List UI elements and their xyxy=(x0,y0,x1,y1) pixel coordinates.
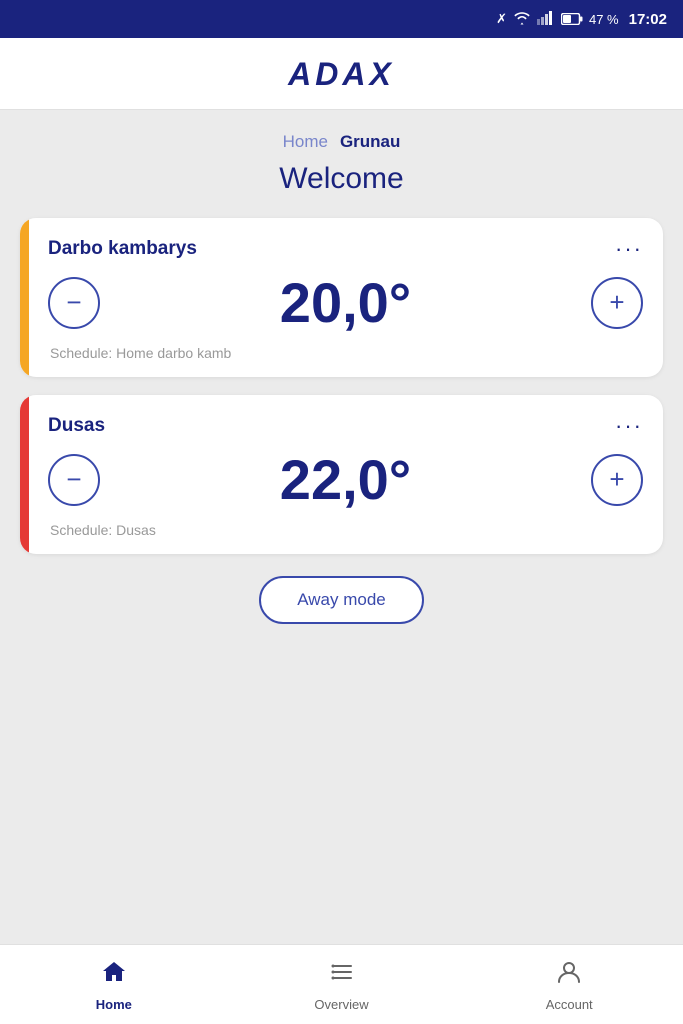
card-color-bar-dusas xyxy=(20,395,29,554)
nav-item-overview[interactable]: Overview xyxy=(228,958,456,1012)
main-content: Home Grunau Welcome Darbo kambarys ··· −… xyxy=(0,110,683,944)
breadcrumb: Home Grunau xyxy=(283,132,401,152)
bottom-nav: Home Overview Account xyxy=(0,944,683,1024)
home-icon xyxy=(100,958,128,993)
minus-icon-darbo: − xyxy=(66,287,81,318)
nav-label-home: Home xyxy=(96,997,132,1012)
temp-display-dusas: 22,0° xyxy=(100,447,591,512)
schedule-darbo: Schedule: Home darbo kamb xyxy=(40,345,643,361)
breadcrumb-current[interactable]: Grunau xyxy=(340,132,400,152)
status-bar: ✗ 47 % 17:02 xyxy=(0,0,683,38)
bluetooth-icon: ✗ xyxy=(496,11,507,27)
overview-icon xyxy=(328,958,356,993)
plus-icon-darbo: + xyxy=(609,287,624,318)
wifi-icon xyxy=(513,11,531,28)
card-controls-dusas: − 22,0° + xyxy=(40,447,643,512)
nav-item-home[interactable]: Home xyxy=(0,958,228,1012)
account-icon xyxy=(555,958,583,993)
battery-icon xyxy=(561,13,583,25)
schedule-dusas: Schedule: Dusas xyxy=(40,522,643,538)
app-logo: ADAX xyxy=(288,56,395,93)
device-menu-dusas[interactable]: ··· xyxy=(615,413,643,439)
temp-decrease-dusas[interactable]: − xyxy=(48,454,100,506)
device-card-dusas: Dusas ··· − 22,0° + Schedule: Dusas xyxy=(20,395,663,554)
welcome-title: Welcome xyxy=(279,162,403,196)
device-name-darbo: Darbo kambarys xyxy=(48,238,197,260)
nav-item-account[interactable]: Account xyxy=(455,958,683,1012)
battery-percent: 47 % xyxy=(589,12,619,27)
device-card-darbo: Darbo kambarys ··· − 20,0° + Schedule: H… xyxy=(20,218,663,377)
card-controls-darbo: − 20,0° + xyxy=(40,270,643,335)
device-name-dusas: Dusas xyxy=(48,415,105,437)
nav-label-account: Account xyxy=(546,997,593,1012)
card-color-bar-darbo xyxy=(20,218,29,377)
status-time: 17:02 xyxy=(629,11,667,28)
temp-decrease-darbo[interactable]: − xyxy=(48,277,100,329)
plus-icon-dusas: + xyxy=(609,464,624,495)
breadcrumb-home[interactable]: Home xyxy=(283,132,328,152)
card-header-darbo: Darbo kambarys ··· xyxy=(40,236,643,262)
signal-icon xyxy=(537,11,555,28)
away-mode-button[interactable]: Away mode xyxy=(259,576,424,624)
status-icons: ✗ 47 % 17:02 xyxy=(496,11,667,28)
temp-increase-darbo[interactable]: + xyxy=(591,277,643,329)
nav-label-overview: Overview xyxy=(314,997,368,1012)
minus-icon-dusas: − xyxy=(66,464,81,495)
temp-display-darbo: 20,0° xyxy=(100,270,591,335)
card-header-dusas: Dusas ··· xyxy=(40,413,643,439)
temp-increase-dusas[interactable]: + xyxy=(591,454,643,506)
app-header: ADAX xyxy=(0,38,683,110)
device-menu-darbo[interactable]: ··· xyxy=(615,236,643,262)
